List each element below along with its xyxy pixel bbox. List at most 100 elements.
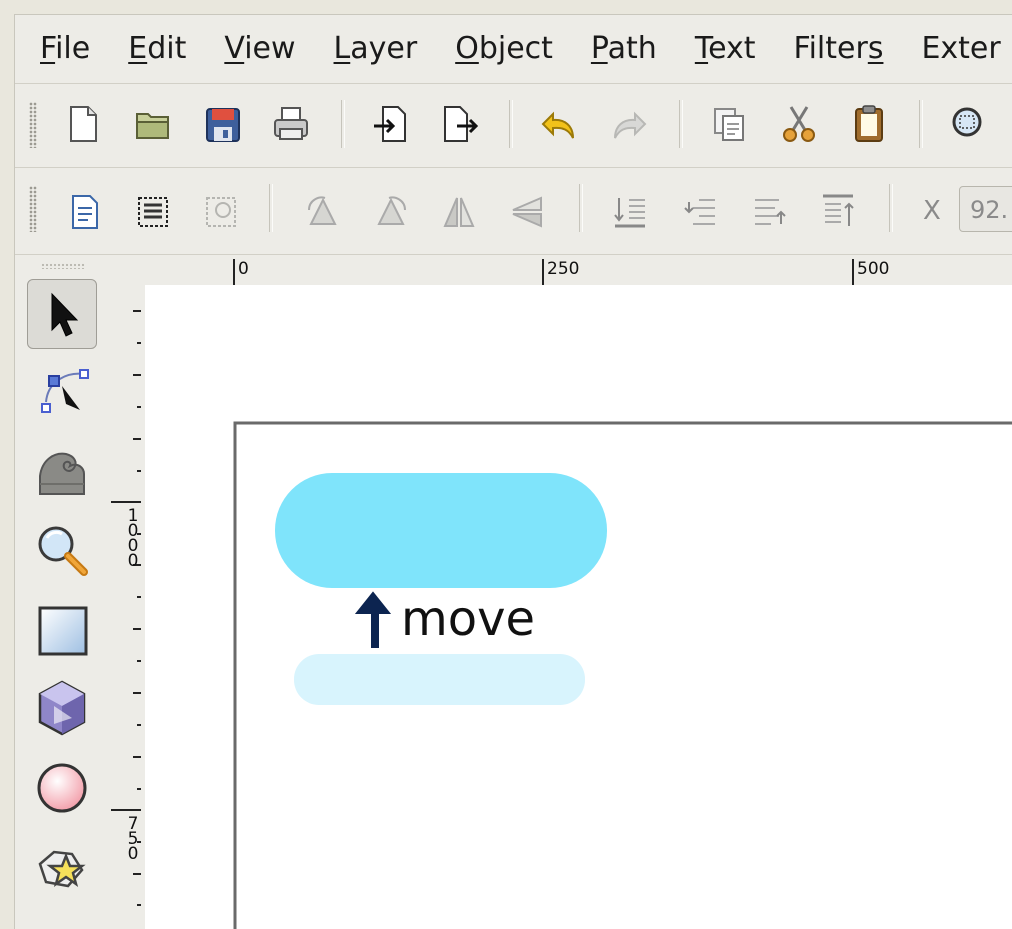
menu-view[interactable]: View (224, 29, 295, 69)
flip-horizontal-icon (443, 197, 475, 227)
menu-extensions[interactable]: Exter (921, 29, 1000, 69)
rotate-ccw-button[interactable] (303, 190, 343, 234)
undo-icon (541, 111, 574, 139)
duplicate-button[interactable] (709, 102, 749, 146)
raise-to-top-button[interactable] (819, 190, 859, 234)
node-edit-icon (41, 369, 89, 413)
menu-bar: File Edit View Layer Object Path Text Fi… (15, 15, 1012, 83)
floppy-save-icon (206, 108, 240, 142)
toolbar-separator (889, 184, 893, 232)
menu-object[interactable]: Object (455, 29, 553, 69)
print-button[interactable] (271, 102, 311, 146)
raise-icon (755, 199, 786, 225)
menu-filters[interactable]: Filters (794, 29, 884, 69)
move-text-label: move (401, 591, 536, 647)
zoom-tool[interactable] (27, 515, 97, 585)
printer-icon (274, 107, 308, 140)
star-tool[interactable] (27, 831, 97, 901)
import-button[interactable] (371, 102, 411, 146)
rotate-ccw-icon (308, 196, 337, 225)
lower-to-bottom-button[interactable] (611, 190, 651, 234)
open-button[interactable] (133, 102, 173, 146)
canvas-artwork (233, 421, 1012, 929)
inkscape-window: File Edit View Layer Object Path Text Fi… (14, 14, 1012, 929)
flip-horizontal-button[interactable] (439, 190, 479, 234)
select-all-layers-icon (138, 197, 168, 227)
scissors-cut-icon (783, 106, 815, 142)
drawing-canvas[interactable]: move (145, 285, 1012, 929)
light-pill-shape (294, 654, 585, 705)
zoom-icon (952, 107, 982, 137)
ruler-label: 0 (238, 259, 249, 279)
select-all-layers-button[interactable] (133, 190, 173, 234)
x-coordinate-input[interactable]: 92. (959, 186, 1012, 232)
lower-icon (684, 199, 715, 225)
commands-toolbar (15, 83, 1012, 166)
ruler-label: 7 5 0 (127, 814, 139, 864)
cut-button[interactable] (779, 102, 819, 146)
paste-button[interactable] (849, 102, 889, 146)
toolbar-separator (341, 100, 345, 148)
raise-to-top-icon (823, 194, 854, 226)
x-coordinate-label: X (923, 196, 941, 226)
flip-vertical-button[interactable] (507, 190, 547, 234)
vertical-ruler[interactable]: 1 0 0 0 7 5 0 (111, 299, 145, 929)
rotate-cw-button[interactable] (371, 190, 411, 234)
export-icon (444, 106, 479, 142)
deselect-icon (206, 197, 236, 227)
import-icon (374, 106, 406, 142)
wave-tweak-icon (39, 452, 85, 495)
tool-controls-toolbar: X 92. (15, 167, 1012, 255)
magnifier-icon (38, 526, 88, 576)
menu-edit[interactable]: Edit (128, 29, 186, 69)
raise-button[interactable] (749, 190, 789, 234)
star-polygon-icon (38, 850, 86, 888)
toolbar-separator (679, 100, 683, 148)
node-tool[interactable] (27, 357, 97, 427)
lower-to-bottom-icon (614, 198, 645, 228)
duplicate-icon (714, 108, 744, 141)
toolbar-separator (269, 184, 273, 232)
redo-button[interactable] (609, 102, 649, 146)
undo-button[interactable] (539, 102, 579, 146)
toolbar-grip[interactable] (29, 102, 37, 148)
toolbar-grip[interactable] (29, 186, 37, 232)
selector-tool[interactable] (27, 279, 97, 349)
rectangle-tool[interactable] (27, 595, 97, 665)
toolbar-separator (579, 184, 583, 232)
ruler-label: 1 0 0 0 (127, 506, 139, 571)
cyan-pill-shape (275, 473, 607, 588)
redo-icon (614, 111, 647, 139)
new-document-icon (70, 106, 97, 142)
ruler-label: 500 (857, 259, 890, 279)
3dbox-tool[interactable] (27, 673, 97, 743)
toolbox (15, 255, 111, 929)
select-all-icon (72, 195, 98, 229)
toolbar-separator (509, 100, 513, 148)
tweak-tool[interactable] (27, 435, 97, 505)
circle-icon (37, 763, 87, 813)
toolbar-separator (919, 100, 923, 148)
clipboard-paste-icon (855, 105, 883, 142)
lower-button[interactable] (681, 190, 721, 234)
export-button[interactable] (439, 102, 479, 146)
pointer-arrow-icon (51, 292, 79, 337)
zoom-selection-button[interactable] (947, 102, 987, 146)
deselect-button[interactable] (201, 190, 241, 234)
menu-text[interactable]: Text (695, 29, 756, 69)
flip-vertical-icon (512, 196, 542, 228)
ruler-label: 250 (547, 259, 580, 279)
new-document-button[interactable] (63, 102, 103, 146)
menu-path[interactable]: Path (591, 29, 657, 69)
menu-layer[interactable]: Layer (334, 29, 418, 69)
3d-box-icon (38, 680, 86, 736)
select-all-button[interactable] (65, 190, 105, 234)
folder-open-icon (136, 113, 169, 139)
ellipse-tool[interactable] (27, 753, 97, 823)
rotate-cw-icon (377, 196, 406, 225)
rectangle-icon (38, 606, 88, 656)
toolbox-grip[interactable] (41, 263, 85, 269)
menu-file[interactable]: File (40, 29, 90, 69)
save-button[interactable] (203, 102, 243, 146)
up-arrow-icon (354, 591, 392, 648)
